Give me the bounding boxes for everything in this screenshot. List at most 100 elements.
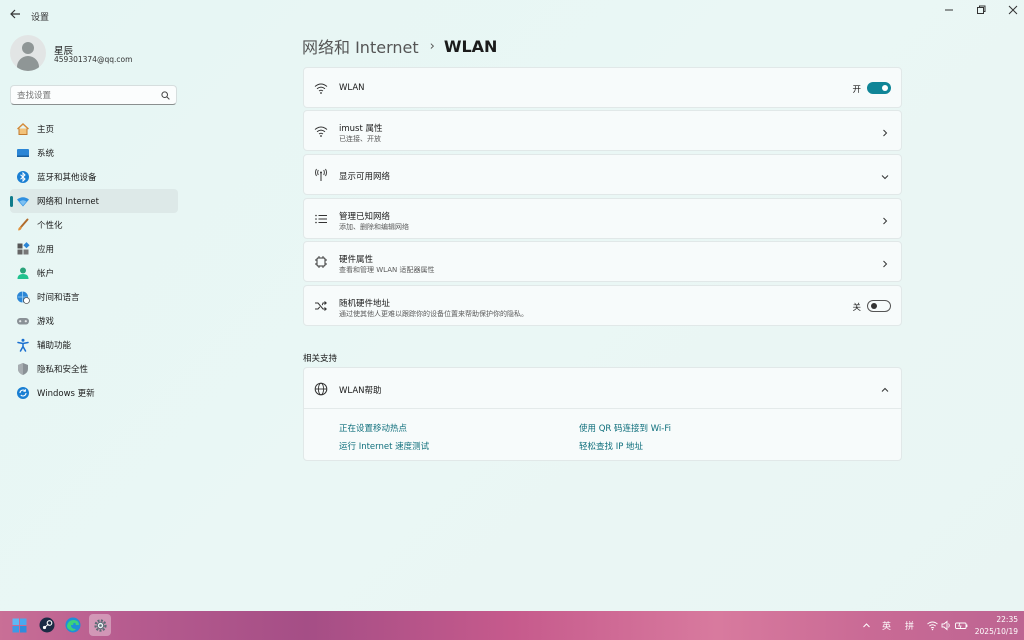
wlan-toggle-switch[interactable] [867,82,891,94]
toggle-state-label: 关 [852,303,861,313]
link-mobile-hotspot[interactable]: 正在设置移动热点 [339,422,407,434]
sidebar-item-label: Windows 更新 [37,389,95,399]
sidebar-item-accessibility[interactable]: 辅助功能 [10,333,178,357]
taskbar-clock[interactable]: 22:35 2025/10/19 [974,615,1018,636]
card-title: 显示可用网络 [339,172,391,182]
card-subtitle: 添加、删除和编辑网络 [339,223,409,231]
sidebar-item-apps[interactable]: 应用 [10,237,178,261]
search-input[interactable] [17,89,157,102]
restore-button[interactable] [966,0,996,20]
card-subtitle: 查看和管理 WLAN 适配器属性 [339,266,435,274]
network-properties-card[interactable]: imust 属性 已连接、开放 [303,110,902,151]
brush-icon [16,218,30,232]
random-address-toggle-switch[interactable] [867,300,891,312]
available-networks-card[interactable]: 显示可用网络 [303,154,902,195]
battery-icon[interactable] [955,611,968,640]
chevron-right-icon [881,215,889,225]
chevron-right-icon [881,258,889,268]
clock-date: 2025/10/19 [974,627,1018,636]
card-title: 硬件属性 [339,255,374,265]
tray-lang1-label: 英 [882,622,892,632]
search-icon[interactable] [161,90,170,100]
wlan-toggle-card[interactable]: WLAN 开 [303,67,902,108]
related-support-heading: 相关支持 [303,354,338,364]
user-profile[interactable]: 星辰 459301374@qq.com [10,35,180,71]
shuffle-icon [313,298,329,314]
tray-lang2-label: 拼 [905,622,915,632]
breadcrumb-parent[interactable]: 网络和 Internet [302,34,419,58]
profile-email: 459301374@qq.com [54,55,133,64]
show-hidden-icons-button[interactable] [862,611,871,640]
edge-icon[interactable] [62,614,84,636]
sidebar-item-bluetooth[interactable]: 蓝牙和其他设备 [10,165,178,189]
sidebar-item-home[interactable]: 主页 [10,117,178,141]
shield-icon [16,362,30,376]
sidebar-item-label: 辅助功能 [37,341,72,351]
sidebar-item-label: 个性化 [37,221,63,231]
sidebar-item-label: 系统 [37,149,55,159]
sidebar-item-system[interactable]: 系统 [10,141,178,165]
sidebar-item-label: 游戏 [37,317,55,327]
link-speed-test[interactable]: 运行 Internet 速度测试 [339,440,429,452]
close-button[interactable] [998,0,1024,20]
window-title: 设置 [31,13,50,23]
sidebar-item-windows-update[interactable]: Windows 更新 [10,381,178,405]
wlan-help-header[interactable]: WLAN帮助 [304,368,901,409]
apps-icon [16,242,30,256]
network-icon [16,194,30,208]
known-networks-card[interactable]: 管理已知网络 添加、删除和编辑网络 [303,198,902,239]
avatar [10,35,46,71]
settings-icon[interactable] [89,614,111,636]
taskbar: 英 拼 22:35 2025/10/19 [0,611,1024,640]
chip-icon [313,254,329,270]
hardware-properties-card[interactable]: 硬件属性 查看和管理 WLAN 适配器属性 [303,241,902,282]
wifi-tray-icon[interactable] [927,611,938,640]
account-icon [16,266,30,280]
sidebar-item-time-language[interactable]: 时间和语言 [10,285,178,309]
clock-time: 22:35 [996,615,1018,624]
input-method-pinyin[interactable]: 拼 [905,611,914,640]
sidebar-item-label: 应用 [37,245,55,255]
breadcrumb-separator: › [429,38,435,54]
card-title: WLAN [339,83,365,93]
minimize-button[interactable] [934,0,964,20]
sidebar-item-label: 时间和语言 [37,293,80,303]
sidebar-item-network[interactable]: 网络和 Internet [10,189,178,213]
wifi-icon [313,80,329,96]
sidebar-nav: 主页 系统 蓝牙和其他设备 网络和 Internet 个性化 应用 帐户 时间和… [10,117,178,405]
random-hardware-address-card[interactable]: 随机硬件地址 通过使其他人更难以跟踪你的设备位置来帮助保护你的隐私。 关 [303,285,902,326]
home-icon [16,122,30,136]
gamepad-icon [16,314,30,328]
link-qr-wifi[interactable]: 使用 QR 码连接到 Wi-Fi [579,422,671,434]
globe-icon [313,381,329,397]
sidebar-item-privacy[interactable]: 隐私和安全性 [10,357,178,381]
card-subtitle: 通过使其他人更难以跟踪你的设备位置来帮助保护你的隐私。 [339,310,528,318]
toggle-state-label: 开 [852,85,861,95]
antenna-icon [313,167,329,183]
sidebar-item-gaming[interactable]: 游戏 [10,309,178,333]
title-bar: 设置 [0,0,1024,30]
volume-icon[interactable] [941,611,952,640]
sidebar-item-label: 主页 [37,125,55,135]
steam-icon[interactable] [36,614,58,636]
sidebar-item-personalization[interactable]: 个性化 [10,213,178,237]
chevron-down-icon [881,171,889,180]
link-find-ip[interactable]: 轻松查找 IP 地址 [579,440,643,452]
search-box[interactable] [10,85,177,105]
bluetooth-icon [16,170,30,184]
back-arrow-icon[interactable] [8,8,22,22]
card-title: 随机硬件地址 [339,299,391,309]
input-mode-english[interactable]: 英 [882,611,891,640]
globe-clock-icon [16,290,30,304]
page-title: WLAN [443,36,498,56]
windows-start-icon[interactable] [8,614,30,636]
sidebar-item-accounts[interactable]: 帐户 [10,261,178,285]
sidebar-item-label: 隐私和安全性 [37,365,89,375]
wlan-help-card: WLAN帮助 正在设置移动热点 使用 QR 码连接到 Wi-Fi 运行 Inte… [303,367,902,461]
sidebar-item-label: 网络和 Internet [37,197,99,207]
sidebar-item-label: 蓝牙和其他设备 [37,173,97,183]
sidebar-item-label: 帐户 [37,269,55,279]
card-subtitle: 已连接、开放 [339,135,381,143]
breadcrumb: 网络和 Internet › WLAN [302,34,498,58]
chevron-up-icon [881,384,889,392]
